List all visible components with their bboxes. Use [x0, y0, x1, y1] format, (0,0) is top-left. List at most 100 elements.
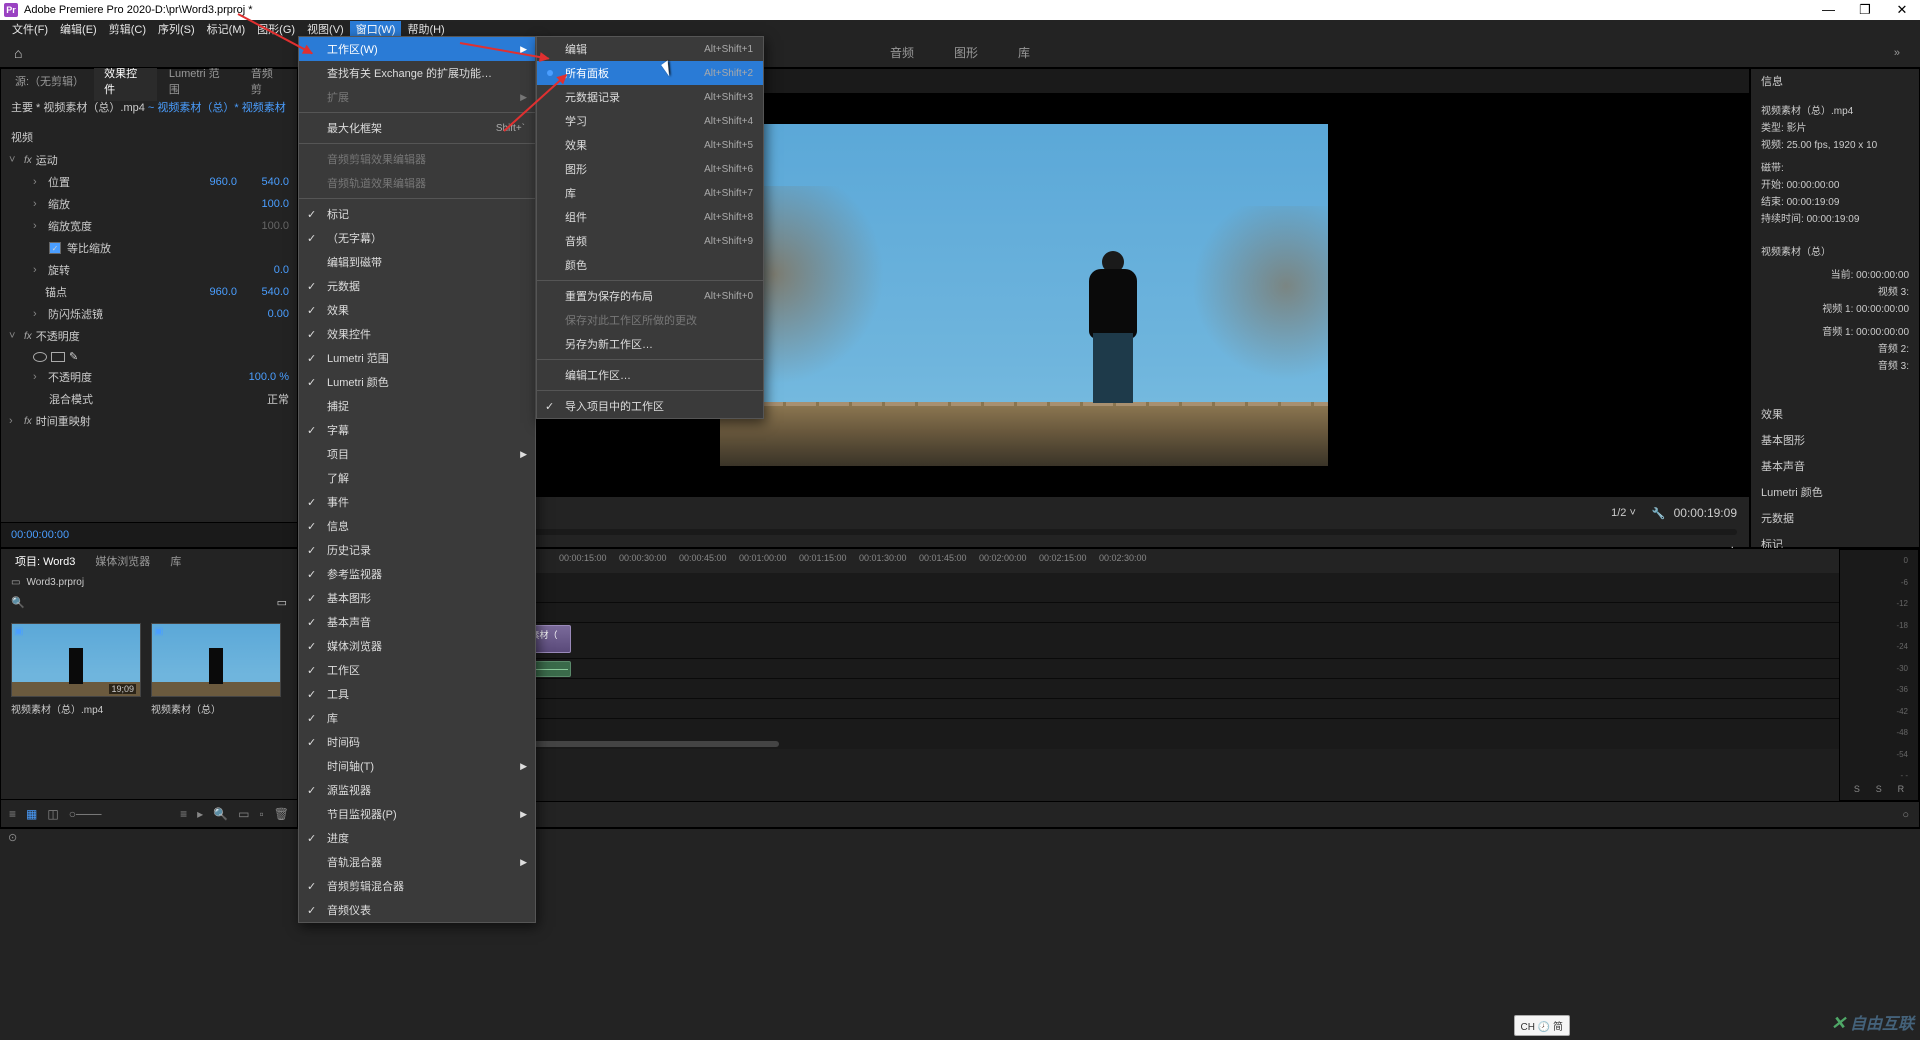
panel-list-item[interactable]: 效果 [1751, 401, 1919, 427]
menu-item[interactable]: ✓效果 [299, 298, 535, 322]
menu-clip[interactable]: 剪辑(C) [103, 21, 152, 37]
menu-file[interactable]: 文件(F) [6, 21, 54, 37]
submenu-item[interactable]: 图形Alt+Shift+6 [537, 157, 763, 181]
tab-source[interactable]: 源:（无剪辑） [5, 69, 92, 93]
menu-item[interactable]: ✓媒体浏览器 [299, 634, 535, 658]
menu-help[interactable]: 帮助(H) [401, 21, 450, 37]
project-item[interactable]: ▣19;09 视频素材（总）.mp4 [11, 623, 141, 789]
submenu-item[interactable]: 所有面板Alt+Shift+2 [537, 61, 763, 85]
sort-icon[interactable]: ≡ [180, 807, 187, 821]
prop-position[interactable]: ›位置960.0540.0 [1, 171, 297, 193]
menu-sequence[interactable]: 序列(S) [152, 21, 201, 37]
menu-item[interactable]: ✓工作区 [299, 658, 535, 682]
submenu-item[interactable]: 重置为保存的布局Alt+Shift+0 [537, 284, 763, 308]
menu-item[interactable]: 项目▶ [299, 442, 535, 466]
project-item[interactable]: ▣ 视频素材（总） [151, 623, 281, 789]
menu-item[interactable]: ✓参考监视器 [299, 562, 535, 586]
submenu-item[interactable]: ✓导入项目中的工作区 [537, 394, 763, 418]
tab-project[interactable]: 项目: Word3 [7, 549, 83, 573]
menu-item[interactable]: ✓Lumetri 范围 [299, 346, 535, 370]
find-icon[interactable]: 🔍 [213, 807, 228, 821]
prop-opacity-value[interactable]: ›不透明度100.0 % [1, 366, 297, 388]
submenu-item[interactable]: 学习Alt+Shift+4 [537, 109, 763, 133]
automate-icon[interactable]: ▸ [197, 807, 203, 821]
menu-item[interactable]: ✓工具 [299, 682, 535, 706]
prop-rotation[interactable]: ›旋转0.0 [1, 259, 297, 281]
menu-item[interactable]: ✓基本声音 [299, 610, 535, 634]
timeline-scrollbar[interactable] [339, 739, 1839, 749]
menu-item[interactable]: 捕捉 [299, 394, 535, 418]
menu-item[interactable]: ✓源监视器 [299, 778, 535, 802]
menu-item[interactable]: 节目监视器(P)▶ [299, 802, 535, 826]
menu-item[interactable]: ✓效果控件 [299, 322, 535, 346]
delete-button[interactable]: 🗑 [274, 807, 289, 821]
timeline-ruler[interactable]: 00:0000:00:15:0000:00:30:0000:00:45:0000… [339, 549, 1839, 573]
submenu-item[interactable]: 编辑Alt+Shift+1 [537, 37, 763, 61]
icon-view-icon[interactable]: ▦ [26, 807, 37, 821]
ws-more-icon[interactable]: » [1894, 47, 1900, 59]
effect-opacity[interactable]: ˅fx不透明度 [1, 325, 297, 347]
tab-media-browser[interactable]: 媒体浏览器 [87, 549, 158, 573]
menu-window[interactable]: 窗口(W) [350, 21, 402, 37]
menu-item[interactable]: 音轨混合器▶ [299, 850, 535, 874]
menu-item[interactable]: ✓Lumetri 颜色 [299, 370, 535, 394]
menu-item[interactable]: ✓标记 [299, 202, 535, 226]
search-icon[interactable]: 🔍 [11, 596, 25, 609]
menu-item[interactable]: ✓基本图形 [299, 586, 535, 610]
tab-libraries[interactable]: 库 [162, 549, 189, 573]
submenu-item[interactable]: 颜色 [537, 253, 763, 277]
menu-item[interactable]: 时间轴(T)▶ [299, 754, 535, 778]
menu-item[interactable]: ✓音频剪辑混合器 [299, 874, 535, 898]
mask-ellipse-icon[interactable] [33, 352, 47, 362]
menu-item[interactable]: ✓事件 [299, 490, 535, 514]
menu-item[interactable]: 查找有关 Exchange 的扩展功能… [299, 61, 535, 85]
panel-list-item[interactable]: 基本声音 [1751, 453, 1919, 479]
prop-anchor[interactable]: 锚点960.0540.0 [1, 281, 297, 303]
maximize-button[interactable]: ❐ [1859, 2, 1871, 18]
menu-edit[interactable]: 编辑(E) [54, 21, 103, 37]
submenu-item[interactable]: 效果Alt+Shift+5 [537, 133, 763, 157]
prop-antiflicker[interactable]: ›防闪烁滤镜0.00 [1, 303, 297, 325]
new-item-button[interactable]: ▫ [260, 807, 264, 821]
effect-motion[interactable]: ˅fx运动 [1, 149, 297, 171]
menu-item[interactable]: ✓字幕 [299, 418, 535, 442]
menu-item[interactable]: ✓音频仪表 [299, 898, 535, 922]
effect-time[interactable]: 00:00:00:00 [1, 522, 297, 547]
panel-list-item[interactable]: 基本图形 [1751, 427, 1919, 453]
menu-item[interactable]: ✓历史记录 [299, 538, 535, 562]
menu-item[interactable]: ✓（无字幕） [299, 226, 535, 250]
ime-indicator[interactable]: CH 🕗 简 [1514, 1015, 1570, 1036]
opacity-masks[interactable]: ✎ [1, 347, 297, 366]
program-zoom-dropdown[interactable]: 1/2 ˅ [1603, 505, 1644, 521]
menu-item[interactable]: 编辑到磁带 [299, 250, 535, 274]
menu-marker[interactable]: 标记(M) [201, 21, 252, 37]
submenu-item[interactable]: 库Alt+Shift+7 [537, 181, 763, 205]
menu-item[interactable]: ✓信息 [299, 514, 535, 538]
ws-tab-graphics[interactable]: 图形 [954, 44, 978, 61]
new-bin-icon[interactable]: ▭ [277, 596, 287, 609]
ws-tab-library[interactable]: 库 [1018, 44, 1030, 61]
panel-list-item[interactable]: Lumetri 颜色 [1751, 479, 1919, 505]
panel-list-item[interactable]: 元数据 [1751, 505, 1919, 531]
mask-pen-icon[interactable]: ✎ [69, 350, 78, 363]
freeform-view-icon[interactable]: ◫ [47, 807, 58, 821]
ws-tab-audio[interactable]: 音频 [890, 44, 914, 61]
wrench-icon[interactable]: 🔧 [1652, 507, 1666, 520]
menu-item[interactable]: ✓库 [299, 706, 535, 730]
submenu-item[interactable]: 另存为新工作区… [537, 332, 763, 356]
menu-item[interactable]: ✓元数据 [299, 274, 535, 298]
list-view-icon[interactable]: ≡ [9, 807, 16, 821]
tl-scroll-icon[interactable]: ○ [1902, 809, 1909, 821]
submenu-item[interactable]: 元数据记录Alt+Shift+3 [537, 85, 763, 109]
submenu-item[interactable]: 音频Alt+Shift+9 [537, 229, 763, 253]
timeline-tracks[interactable]: 00:0000:00:15:0000:00:30:0000:00:45:0000… [339, 549, 1839, 801]
zoom-slider[interactable]: ○─── [69, 807, 102, 821]
prop-uniform-scale[interactable]: ✓等比缩放 [1, 237, 297, 259]
mask-rect-icon[interactable] [51, 352, 65, 362]
home-icon[interactable]: ⌂ [0, 45, 36, 61]
menu-item[interactable]: ✓时间码 [299, 730, 535, 754]
close-button[interactable]: ✕ [1896, 2, 1908, 18]
menu-view[interactable]: 视图(V) [301, 21, 350, 37]
prop-blend-mode[interactable]: 混合模式正常 [1, 388, 297, 410]
new-bin-button[interactable]: ▭ [238, 807, 249, 821]
